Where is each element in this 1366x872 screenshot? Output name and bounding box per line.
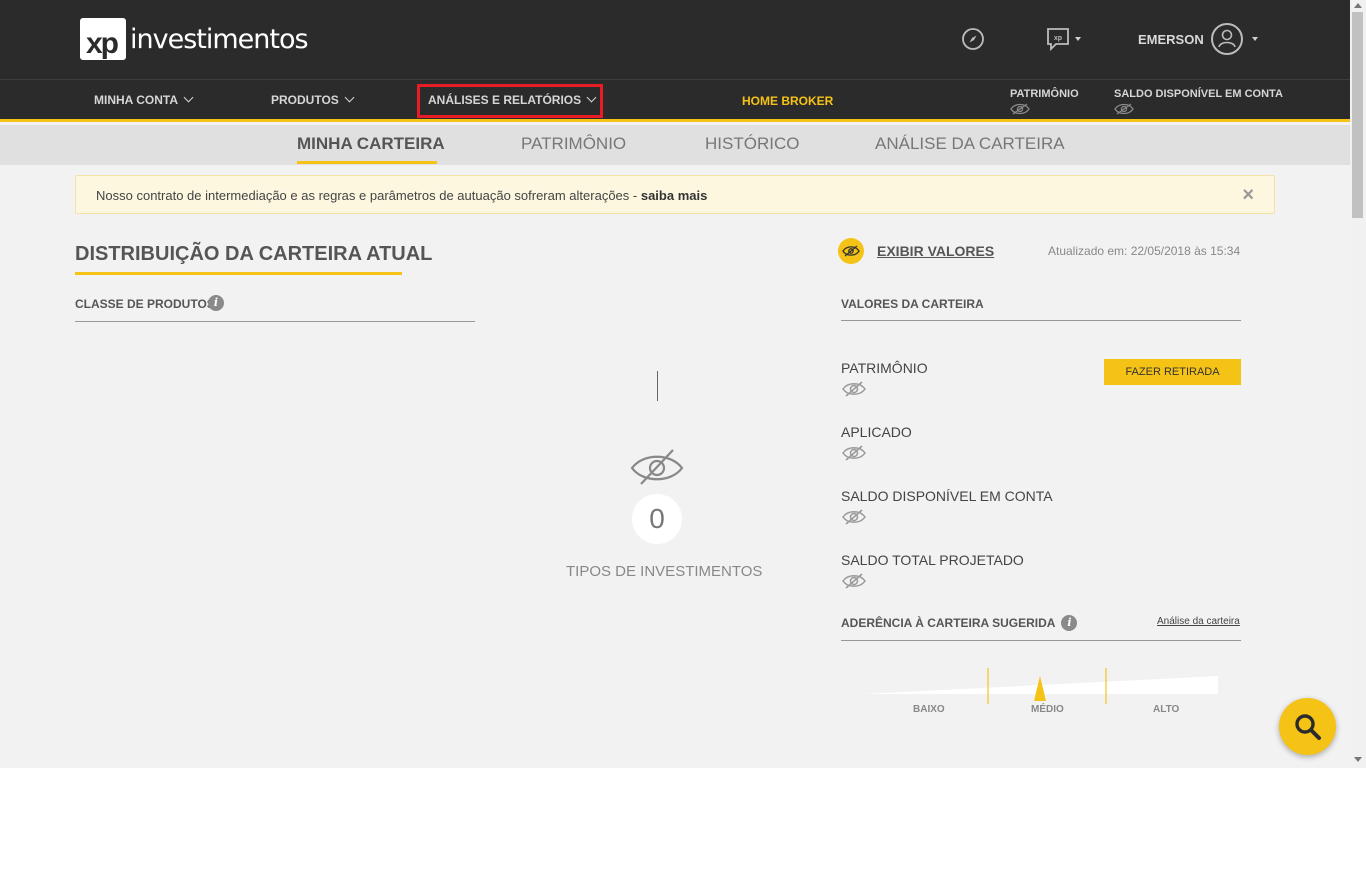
top-header: xp investimentos xp EMERSON [0, 0, 1350, 79]
value-aplicado: APLICADO [841, 424, 912, 461]
gauge-label-baixo: BAIXO [913, 704, 945, 715]
nav-produtos-label: PRODUTOS [271, 93, 339, 107]
avatar[interactable] [1211, 23, 1243, 55]
nav-patrimonio-label: PATRIMÔNIO [1010, 88, 1079, 100]
hidden-eye-icon[interactable] [841, 381, 867, 397]
adherence-gauge [864, 668, 1218, 704]
app-viewport: xp investimentos xp EMERSON MINHA CONTA … [0, 0, 1366, 768]
title-underline [75, 272, 402, 275]
nav-saldo-label: SALDO DISPONÍVEL EM CONTA [1114, 88, 1283, 100]
chat-xp-icon[interactable]: xp [1041, 24, 1075, 54]
valores-carteira-label: VALORES DA CARTEIRA [841, 297, 984, 311]
aderencia-text: ADERÊNCIA À CARTEIRA SUGERIDA [841, 616, 1056, 631]
main-nav: MINHA CONTA PRODUTOS ANÁLISES E RELATÓRI… [0, 79, 1350, 122]
investment-count: 0 [632, 494, 682, 544]
show-values-icon[interactable] [838, 238, 864, 264]
classe-produtos-text: CLASSE DE PRODUTOS [75, 297, 215, 311]
value-patrimonio: PATRIMÔNIO [841, 360, 928, 397]
value-label: SALDO DISPONÍVEL EM CONTA [841, 488, 1053, 504]
notice-message: Nosso contrato de intermediação e as reg… [96, 188, 641, 203]
hidden-eye-icon[interactable] [841, 573, 867, 589]
nav-minha-conta[interactable]: MINHA CONTA [94, 92, 194, 107]
hidden-eye-icon [630, 449, 684, 485]
chevron-down-icon [183, 92, 194, 103]
info-icon[interactable]: i [1061, 615, 1078, 631]
search-icon [1294, 713, 1321, 740]
nav-saldo[interactable]: SALDO DISPONÍVEL EM CONTA [1114, 88, 1283, 115]
classe-produtos-label: CLASSE DE PRODUTOS i [75, 295, 224, 311]
scrollbar-thumb[interactable] [1352, 12, 1363, 218]
active-tab-indicator [297, 161, 437, 164]
nav-analises-label: ANÁLISES E RELATÓRIOS [428, 93, 582, 107]
tab-patrimonio[interactable]: PATRIMÔNIO [521, 134, 626, 154]
hidden-eye-icon[interactable] [1010, 103, 1030, 115]
show-values-link[interactable]: EXIBIR VALORES [877, 243, 994, 259]
tab-historico[interactable]: HISTÓRICO [705, 134, 799, 154]
value-label: APLICADO [841, 424, 912, 440]
gauge-label-alto: ALTO [1153, 704, 1180, 715]
tab-analise-carteira[interactable]: ANÁLISE DA CARTEIRA [875, 134, 1065, 154]
value-label: SALDO TOTAL PROJETADO [841, 552, 1024, 568]
chevron-down-icon [586, 92, 597, 103]
user-caret-icon[interactable] [1252, 37, 1258, 41]
tab-minha-carteira[interactable]: MINHA CARTEIRA [297, 134, 445, 154]
aderencia-label: ADERÊNCIA À CARTEIRA SUGERIDA i [841, 615, 1078, 632]
analise-carteira-link[interactable]: Análise da carteira [1157, 616, 1240, 627]
nav-analises-relatorios[interactable]: ANÁLISES E RELATÓRIOS [428, 92, 597, 107]
gauge-label-medio: MÉDIO [1031, 704, 1064, 715]
updated-timestamp: Atualizado em: 22/05/2018 às 15:34 [1048, 244, 1241, 258]
value-saldo-total-projetado: SALDO TOTAL PROJETADO [841, 552, 1024, 589]
logo-mark: xp [80, 18, 126, 60]
notice-banner: Nosso contrato de intermediação e as reg… [75, 175, 1275, 214]
nav-home-broker[interactable]: HOME BROKER [742, 94, 833, 108]
chat-caret-icon[interactable] [1075, 37, 1081, 41]
divider [841, 320, 1241, 321]
page-title: DISTRIBUIÇÃO DA CARTEIRA ATUAL [75, 243, 433, 265]
saiba-mais-link[interactable]: saiba mais [641, 188, 708, 203]
chevron-down-icon [344, 92, 355, 103]
nav-minha-conta-label: MINHA CONTA [94, 93, 178, 107]
hidden-eye-icon[interactable] [841, 445, 867, 461]
xp-logo[interactable]: xp investimentos [80, 18, 309, 60]
investment-count-label: TIPOS DE INVESTIMENTOS [566, 563, 763, 580]
hidden-eye-icon[interactable] [1114, 103, 1134, 115]
compass-icon[interactable] [958, 24, 988, 54]
hidden-eye-icon[interactable] [841, 509, 867, 525]
blank-area [0, 768, 1366, 872]
nav-patrimonio[interactable]: PATRIMÔNIO [1010, 88, 1079, 115]
info-icon[interactable]: i [208, 295, 224, 311]
notice-text: Nosso contrato de intermediação e as reg… [96, 188, 707, 203]
nav-produtos[interactable]: PRODUTOS [271, 92, 355, 107]
user-name[interactable]: EMERSON [1138, 32, 1204, 47]
logo-mark-text: xp [86, 27, 119, 60]
fazer-retirada-button[interactable]: FAZER RETIRADA [1104, 359, 1241, 385]
logo-wordmark: investimentos [130, 23, 309, 55]
svg-text:xp: xp [1054, 35, 1062, 42]
sub-tabs: MINHA CARTEIRA PATRIMÔNIO HISTÓRICO ANÁL… [0, 125, 1350, 165]
close-icon[interactable]: × [1242, 184, 1254, 207]
search-button[interactable] [1279, 698, 1336, 755]
divider [75, 321, 475, 322]
value-saldo-disponivel: SALDO DISPONÍVEL EM CONTA [841, 488, 1053, 525]
chart-tick [657, 371, 658, 401]
value-label: PATRIMÔNIO [841, 360, 928, 376]
divider [841, 640, 1241, 641]
